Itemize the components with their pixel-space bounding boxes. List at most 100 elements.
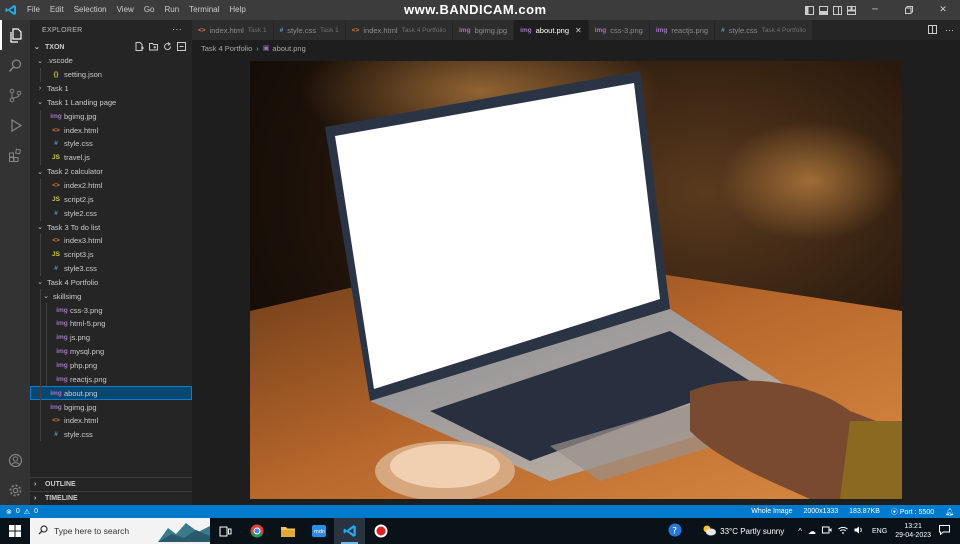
editor-tab[interactable]: <> index.html Task 1 [192, 20, 274, 40]
more-actions-icon[interactable]: ··· [172, 24, 182, 34]
tree-file[interactable]: img php.png [30, 359, 192, 373]
tree-file[interactable]: # style3.css [30, 262, 192, 276]
breadcrumb-file[interactable]: about.png [272, 44, 305, 53]
outline-section[interactable]: › OUTLINE [30, 477, 192, 491]
img-file-icon: img [594, 26, 607, 34]
tree-file[interactable]: JS travel.js [30, 151, 192, 165]
tree-folder[interactable]: ⌄ Task 4 Portfolio [30, 276, 192, 290]
tree-file[interactable]: JS script2.js [30, 192, 192, 206]
wifi-icon[interactable] [838, 526, 848, 536]
customize-layout-icon[interactable] [844, 0, 858, 20]
tree-folder[interactable]: ⌄ Task 2 calculator [30, 165, 192, 179]
restore-icon[interactable] [892, 0, 926, 20]
timeline-section[interactable]: › TIMELINE [30, 491, 192, 505]
source-control-icon[interactable] [0, 80, 30, 110]
task-view-icon[interactable] [210, 518, 241, 544]
tree-folder[interactable]: ⌄ Task 3 To do list [30, 220, 192, 234]
tab-close-icon[interactable]: ✕ [575, 26, 582, 35]
toggle-sidebar-icon[interactable] [802, 0, 816, 20]
tree-folder[interactable]: ⌄ skillsimg [30, 289, 192, 303]
image-zoom-mode[interactable]: Whole Image [751, 508, 792, 515]
editor-tab[interactable]: <> index.html Task 4 Portfolio [345, 20, 453, 40]
collapse-all-icon[interactable] [177, 41, 186, 53]
tree-file[interactable]: # style2.css [30, 206, 192, 220]
taskbar-search-box[interactable]: Type here to search [30, 518, 210, 544]
menu-terminal[interactable]: Terminal [184, 0, 224, 20]
bandicam-record-icon[interactable] [365, 518, 396, 544]
chrome-icon[interactable] [241, 518, 272, 544]
tree-file[interactable]: <> index.html [30, 414, 192, 428]
tree-folder[interactable]: ⌄ Task 1 Landing page [30, 96, 192, 110]
manage-gear-icon[interactable] [0, 475, 30, 505]
workspace-root[interactable]: ⌄ TXON [30, 40, 192, 54]
editor-tab[interactable]: img reactjs.png [649, 20, 716, 40]
tree-file[interactable]: img reactjs.png [30, 372, 192, 386]
tree-file[interactable]: img bgimg.jpg [30, 400, 192, 414]
clock[interactable]: 13:21 29-04-2023 [895, 522, 931, 540]
tree-file[interactable]: img mysql.png [30, 345, 192, 359]
breadcrumb-folder[interactable]: Task 4 Portfolio [201, 44, 252, 53]
tree-file[interactable]: img js.png [30, 331, 192, 345]
menu-run[interactable]: Run [159, 0, 184, 20]
live-server-port[interactable]: ⦿ Port : 5500 [891, 507, 934, 517]
chevron-up-icon[interactable]: ^ [798, 527, 802, 536]
menu-go[interactable]: Go [139, 0, 160, 20]
close-icon[interactable]: ✕ [926, 0, 960, 20]
tree-file[interactable]: {} setting.json [30, 68, 192, 82]
search-icon[interactable] [0, 50, 30, 80]
snip-tool-icon[interactable]: mdn [303, 518, 334, 544]
notification-center-icon[interactable] [939, 525, 950, 537]
tree-file[interactable]: # style.css [30, 428, 192, 442]
tree-file[interactable]: img about.png [30, 386, 192, 401]
toggle-panel-icon[interactable] [816, 0, 830, 20]
notifications-bell-icon[interactable]: 🔔︎ [945, 508, 954, 516]
new-folder-icon[interactable] [149, 42, 158, 53]
file-explorer-icon[interactable] [272, 518, 303, 544]
editor-tab[interactable]: img css-3.png [588, 20, 650, 40]
tree-file[interactable]: img bgimg.jpg [30, 109, 192, 123]
tree-file[interactable]: img css-3.png [30, 303, 192, 317]
toggle-secondary-sidebar-icon[interactable] [830, 0, 844, 20]
windows-start-icon[interactable] [0, 518, 30, 544]
volume-icon[interactable] [854, 526, 864, 536]
language-indicator[interactable]: ENG [872, 528, 887, 535]
split-editor-icon[interactable] [928, 21, 937, 39]
editor-tab[interactable]: # style.css Task 4 Portfolio [715, 20, 813, 40]
vscode-taskbar-icon[interactable] [334, 518, 365, 544]
editor-tab[interactable]: # style.css Task 1 [273, 20, 346, 40]
menu-help[interactable]: Help [224, 0, 250, 20]
new-file-icon[interactable] [135, 41, 144, 53]
minimize-icon[interactable]: ─ [858, 0, 892, 20]
meet-now-icon[interactable] [822, 526, 832, 536]
editor-tabs: <> index.html Task 1 # style.css Task 1 <> inde… [192, 20, 960, 40]
outline-label: OUTLINE [45, 481, 76, 488]
more-actions-icon[interactable]: ··· [945, 25, 954, 35]
menu-edit[interactable]: Edit [45, 0, 69, 20]
extensions-icon[interactable] [0, 140, 30, 170]
run-debug-icon[interactable] [0, 110, 30, 140]
tree-folder[interactable]: ⌄ .vscode [30, 54, 192, 68]
laptop-photo[interactable] [250, 61, 902, 499]
problems-indicator[interactable]: ⊗ 0 ⚠ 0 [0, 508, 38, 516]
editor-tab[interactable]: img bgimg.jpg [452, 20, 515, 40]
tab-label: style.css [287, 25, 316, 35]
menu-file[interactable]: File [22, 0, 45, 20]
weather-text[interactable]: 33°C Partly sunny [720, 527, 784, 536]
tree-item-label: bgimg.jpg [64, 402, 97, 412]
tree-file[interactable]: # style.css [30, 137, 192, 151]
tree-file[interactable]: JS script3.js [30, 248, 192, 262]
tree-folder[interactable]: › Task 1 [30, 82, 192, 96]
account-icon[interactable] [0, 445, 30, 475]
cloud-icon[interactable]: ☁ [808, 527, 816, 536]
explorer-icon[interactable] [0, 20, 30, 50]
tree-file[interactable]: <> index3.html [30, 234, 192, 248]
help-icon[interactable]: ? [668, 523, 682, 539]
menu-view[interactable]: View [112, 0, 139, 20]
editor-tab[interactable]: img about.png ✕ [514, 20, 589, 40]
chevron-down-icon: ⌄ [34, 44, 40, 51]
tree-file[interactable]: img html-5.png [30, 317, 192, 331]
menu-selection[interactable]: Selection [69, 0, 112, 20]
refresh-icon[interactable] [163, 41, 172, 53]
tree-file[interactable]: <> index2.html [30, 179, 192, 193]
tree-file[interactable]: <> index.html [30, 123, 192, 137]
